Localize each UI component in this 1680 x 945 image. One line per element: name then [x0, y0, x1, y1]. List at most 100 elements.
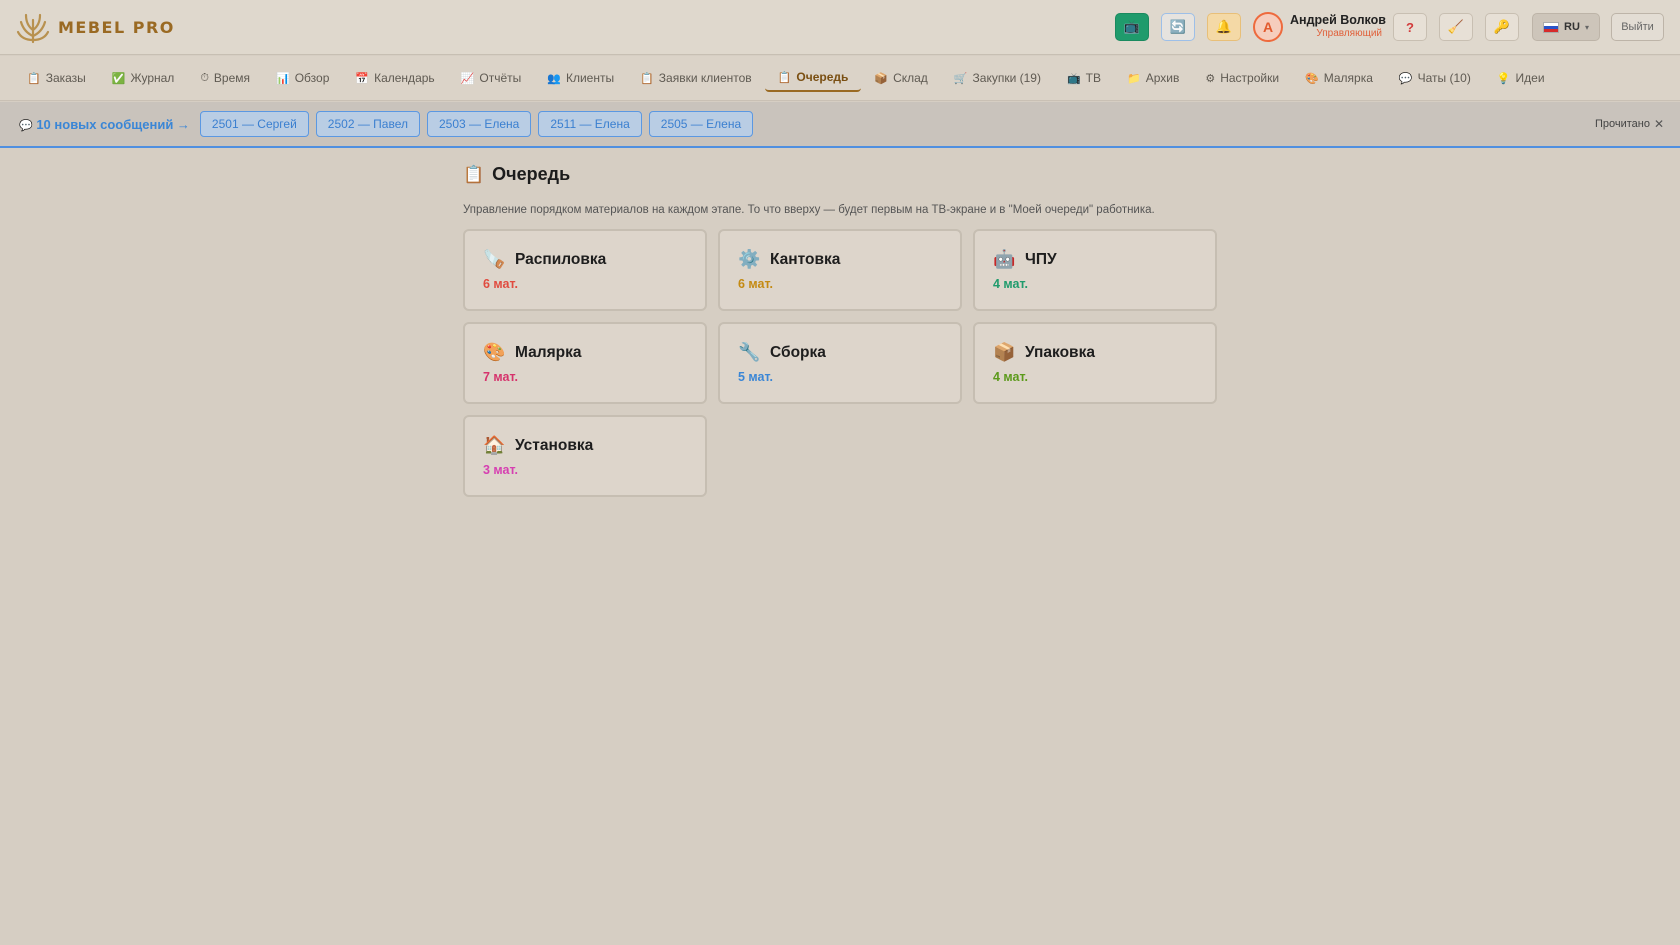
stage-material-count: 4 мат. — [993, 370, 1028, 384]
stage-card-packing[interactable]: 📦 Упаковка 4 мат. — [973, 322, 1217, 404]
stage-card-cutting[interactable]: 🪚 Распиловка 6 мат. — [463, 229, 707, 311]
stage-title: Кантовка — [770, 250, 841, 268]
user-info[interactable]: Андрей Волков Управляющий — [1290, 13, 1386, 39]
stage-material-count: 6 мат. — [483, 277, 518, 291]
tab-journal[interactable]: ✅ Журнал — [99, 64, 188, 92]
user-role: Управляющий — [1316, 28, 1382, 39]
tab-label: Заявки клиентов — [658, 71, 752, 85]
brand-name: MEBEL PRO — [58, 17, 175, 37]
avatar[interactable]: А — [1253, 12, 1283, 42]
clipboard-icon: 📋 — [463, 164, 485, 184]
tab-archive[interactable]: 📁 Архив — [1114, 64, 1192, 92]
stage-title: Малярка — [515, 343, 582, 361]
overview-icon: 📊 — [276, 72, 290, 85]
monitor-button[interactable]: 📺 — [1115, 13, 1149, 41]
chevron-down-icon: ▾ — [1584, 22, 1589, 32]
language-select[interactable]: RU ▾ — [1532, 13, 1600, 41]
message-chip[interactable]: 2502 — Павел — [315, 111, 420, 137]
tab-chats[interactable]: 💬 Чаты (10) — [1386, 64, 1484, 92]
stage-card-header: ⚙️ Кантовка — [738, 249, 960, 270]
message-chip[interactable]: 2501 — Сергей — [199, 111, 309, 137]
stage-card-painting[interactable]: 🎨 Малярка 7 мат. — [463, 322, 707, 404]
tab-label: Идеи — [1515, 71, 1545, 85]
tab-label: Малярка — [1323, 71, 1373, 85]
tab-overview[interactable]: 📊 Обзор — [263, 64, 342, 92]
tab-warehouse[interactable]: 📦 Склад — [861, 64, 940, 92]
stage-material-count: 7 мат. — [483, 370, 518, 384]
orders-icon: 📋 — [27, 72, 41, 85]
language-code: RU — [1564, 21, 1580, 33]
tv-icon: 📺 — [1066, 72, 1081, 85]
user-name: Андрей Волков — [1290, 13, 1386, 27]
stage-title: ЧПУ — [1025, 250, 1057, 268]
stage-card-assembly[interactable]: 🔧 Сборка 5 мат. — [718, 322, 962, 404]
tab-queue[interactable]: 📋 Очередь — [764, 64, 862, 92]
calendar-icon: 📅 — [355, 72, 370, 85]
russian-flag-icon — [1543, 21, 1560, 33]
stage-card-install[interactable]: 🏠 Установка 3 мат. — [463, 415, 707, 497]
message-chip[interactable]: 2505 — Елена — [648, 111, 754, 137]
tab-label: Архив — [1145, 71, 1180, 85]
warehouse-icon: 📦 — [874, 72, 889, 85]
queue-page: 📋 Очередь Управление порядком материалов… — [463, 164, 1218, 497]
queue-icon: 📋 — [777, 71, 792, 84]
new-messages-link[interactable]: 💬 10 новых сообщений → — [19, 117, 190, 132]
tab-label: Календарь — [374, 71, 435, 85]
admin-button[interactable]: 🔑 — [1485, 13, 1519, 41]
message-chip[interactable]: 2511 — Елена — [538, 111, 642, 137]
tab-clients[interactable]: 👥 Клиенты — [534, 64, 627, 92]
tab-reports[interactable]: 📈 Отчёты — [448, 64, 535, 92]
painting-icon: 🎨 — [483, 342, 506, 362]
clients-icon: 👥 — [547, 72, 561, 85]
tab-client-requests[interactable]: 📋 Заявки клиентов — [627, 64, 765, 92]
question-icon: ? — [1406, 19, 1414, 35]
tab-label: Журнал — [130, 71, 175, 85]
tab-tv[interactable]: 📺 ТВ — [1054, 64, 1114, 92]
monitor-icon: 📺 — [1123, 19, 1141, 34]
tab-calendar[interactable]: 📅 Календарь — [342, 64, 447, 92]
help-button[interactable]: ? — [1393, 13, 1427, 41]
brand-logo[interactable]: MEBEL PRO — [16, 10, 175, 44]
stage-material-count: 3 мат. — [483, 463, 518, 477]
stage-card-edging[interactable]: ⚙️ Кантовка 6 мат. — [718, 229, 962, 311]
cleanup-button[interactable]: 🧹 — [1439, 13, 1473, 41]
message-chip[interactable]: 2503 — Елена — [426, 111, 532, 137]
client-requests-icon: 📋 — [640, 72, 654, 85]
tab-label: Чаты (10) — [1417, 71, 1471, 85]
stage-card-header: 🤖 ЧПУ — [993, 249, 1215, 270]
tab-orders[interactable]: 📋 Заказы — [14, 64, 99, 92]
stage-title: Распиловка — [515, 250, 607, 268]
cnc-icon: 🤖 — [993, 249, 1016, 269]
cutting-icon: 🪚 — [483, 249, 506, 269]
install-icon: 🏠 — [483, 435, 506, 455]
stage-material-count: 4 мат. — [993, 277, 1028, 291]
tab-purchases[interactable]: 🛒 Закупки (19) — [941, 64, 1054, 92]
assembly-icon: 🔧 — [738, 342, 761, 362]
tab-label: Очередь — [796, 70, 849, 84]
stage-card-cnc[interactable]: 🤖 ЧПУ 4 мат. — [973, 229, 1217, 311]
stage-title: Упаковка — [1025, 343, 1095, 361]
tab-settings[interactable]: ⚙ Настройки — [1192, 64, 1292, 92]
stage-card-header: 🔧 Сборка — [738, 342, 960, 363]
mark-read-button[interactable]: Прочитано ✕ — [1595, 117, 1664, 131]
journal-icon: ✅ — [111, 72, 126, 85]
tab-label: Закупки (19) — [972, 71, 1041, 85]
purchases-icon: 🛒 — [953, 72, 968, 85]
notifications-button[interactable]: 🔔 — [1207, 13, 1241, 41]
refresh-button[interactable]: 🔄 — [1161, 13, 1195, 41]
tab-painting[interactable]: 🎨 Малярка — [1292, 64, 1386, 92]
tab-ideas[interactable]: 💡 Идеи — [1484, 64, 1558, 92]
settings-icon: ⚙ — [1205, 72, 1216, 85]
painting-icon: 🎨 — [1305, 72, 1319, 85]
tab-time[interactable]: ⏱ Время — [187, 64, 263, 92]
mark-read-label: Прочитано — [1594, 118, 1650, 130]
logout-button[interactable]: Выйти — [1611, 13, 1664, 41]
bell-icon: 🔔 — [1215, 19, 1233, 34]
stage-title: Установка — [515, 436, 594, 454]
page-title: Очередь — [492, 164, 571, 184]
stage-card-header: 🪚 Распиловка — [483, 249, 705, 270]
main-nav: 📋 Заказы ✅ Журнал ⏱ Время 📊 Обзор 📅 Календарь 📈 Отч… — [0, 56, 1680, 101]
top-header: MEBEL PRO 📺 🔄 🔔 А Андрей Волков Управляю… — [0, 0, 1680, 55]
stage-material-count: 5 мат. — [738, 370, 773, 384]
page-description: Управление порядком материалов на каждом… — [463, 204, 1155, 216]
